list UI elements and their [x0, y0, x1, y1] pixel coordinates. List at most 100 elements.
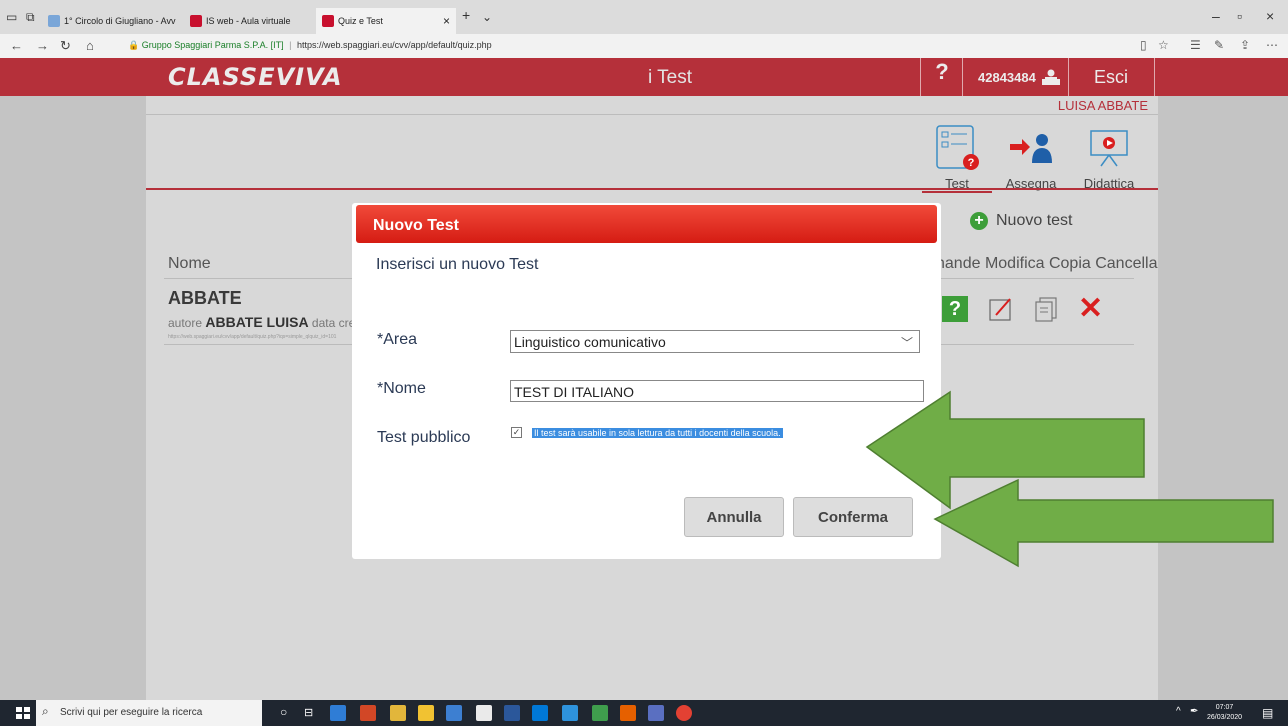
favicon-icon — [190, 15, 202, 27]
area-select[interactable]: Linguistico comunicativo ﹀ — [510, 330, 920, 353]
taskbar-app-icon[interactable] — [330, 705, 346, 721]
new-tab-icon[interactable]: + — [462, 7, 470, 23]
dialog-title: Nuovo Test — [356, 205, 937, 243]
favorites-hub-icon[interactable]: ☰ — [1190, 38, 1201, 52]
area-label: *Area — [377, 331, 418, 348]
page-title: i Test — [647, 67, 692, 88]
cortana-icon[interactable]: ○ — [280, 705, 287, 719]
copy-icon[interactable] — [1034, 296, 1058, 322]
name-label: *Nome — [377, 380, 426, 397]
back-icon[interactable]: ← — [10, 38, 23, 53]
tool-assegna[interactable]: Assegna — [996, 120, 1066, 191]
help-button[interactable]: ? — [924, 59, 960, 85]
new-test-label: Nuovo test — [996, 212, 1073, 229]
store-icon[interactable] — [446, 705, 462, 721]
tab-aside-icon[interactable]: ▭ — [6, 10, 17, 24]
edit-icon[interactable] — [988, 296, 1014, 322]
browser-tab[interactable]: 1° Circolo di Giugliano - Avv — [42, 8, 182, 34]
search-icon: ⌕ — [42, 704, 49, 718]
os-taskbar: ⌕ Scrivi qui per eseguire la ricerca ○ ⊟… — [0, 700, 1288, 726]
chrome-icon[interactable] — [676, 705, 692, 721]
header-divider — [1154, 58, 1155, 96]
taskbar-app-icon[interactable] — [648, 705, 664, 721]
windows-start-icon[interactable] — [16, 707, 30, 719]
share-icon[interactable]: ⇪ — [1240, 38, 1250, 52]
column-header-name: Nome — [168, 255, 211, 272]
close-tab-icon[interactable]: × — [443, 14, 456, 28]
author-label: autore — [168, 316, 203, 330]
tab-list-icon[interactable]: ⌄ — [482, 10, 492, 24]
taskbar-app-icon[interactable] — [476, 705, 492, 721]
user-code[interactable]: 42843484 — [978, 69, 1060, 85]
task-view-icon[interactable]: ⊟ — [304, 706, 313, 719]
favicon-icon — [48, 15, 60, 27]
home-icon[interactable]: ⌂ — [86, 38, 94, 53]
tool-didattica[interactable]: Didattica — [1074, 120, 1144, 191]
browser-tab-bar: ▭ ⧉ 1° Circolo di Giugliano - Avv IS web… — [0, 0, 1288, 34]
powerpoint-icon[interactable] — [360, 705, 376, 721]
test-row-meta: autore ABBATE LUISA data creazio — [168, 314, 377, 330]
lock-icon: 🔒 — [128, 40, 140, 50]
name-input[interactable]: TEST DI ITALIANO — [510, 380, 924, 402]
taskbar-app-icon[interactable] — [592, 705, 608, 721]
tab-preview-icon[interactable]: ⧉ — [26, 10, 35, 25]
browser-tab-active[interactable]: Quiz e Test × — [316, 8, 456, 34]
clock-date: 26/03/2020 — [1207, 714, 1243, 721]
taskbar-app-icon[interactable] — [390, 705, 406, 721]
notification-icon[interactable]: ▤ — [1262, 706, 1273, 720]
classeviva-logo: CLASSEVIVA — [168, 63, 343, 91]
cancel-button[interactable]: Annulla — [684, 497, 784, 537]
assign-icon — [996, 120, 1066, 176]
header-divider — [962, 58, 963, 96]
tab-label: Quiz e Test — [338, 16, 383, 26]
tab-label: IS web - Aula virtuale — [206, 16, 291, 26]
area-value: Linguistico comunicativo — [514, 334, 666, 350]
svg-text:?: ? — [968, 157, 975, 169]
close-window-icon[interactable]: × — [1266, 8, 1274, 24]
search-placeholder: Scrivi qui per eseguire la ricerca — [60, 707, 203, 718]
new-test-button[interactable]: + Nuovo test — [970, 212, 1072, 230]
reading-view-icon[interactable]: ▯ — [1140, 38, 1147, 52]
quiz-icon: ? — [922, 120, 992, 176]
test-row-url: https://web.spaggiari.eu/cvv/app/default… — [168, 334, 337, 340]
app-header: CLASSEVIVA i Test ? 42843484 Esci — [0, 58, 1288, 96]
refresh-icon[interactable]: ↻ — [60, 38, 71, 54]
pen-icon[interactable]: ✒ — [1190, 706, 1198, 717]
users-icon — [1041, 69, 1060, 85]
new-test-dialog: Nuovo Test Inserisci un nuovo Test *Area… — [352, 203, 941, 559]
exit-button[interactable]: Esci — [1070, 67, 1152, 88]
favicon-icon — [322, 15, 334, 27]
tab-label: 1° Circolo di Giugliano - Avv — [64, 16, 176, 26]
favorite-star-icon[interactable]: ☆ — [1158, 38, 1169, 52]
forward-icon[interactable]: → — [36, 38, 49, 53]
tray-expand-icon[interactable]: ^ — [1176, 706, 1181, 717]
public-checkbox[interactable]: ✓ — [511, 427, 522, 438]
notes-icon[interactable]: ✎ — [1214, 38, 1224, 52]
teaching-board-icon — [1074, 120, 1144, 176]
test-row-title[interactable]: ABBATE — [168, 288, 242, 309]
tool-test[interactable]: ? Test — [922, 120, 992, 193]
column-header-actions: nande Modifica Copia Cancella — [936, 255, 1158, 272]
url-field[interactable]: 🔒 Gruppo Spaggiari Parma S.P.A. [IT] | h… — [128, 40, 492, 51]
clock-time: 07:07 — [1215, 704, 1234, 711]
questions-icon[interactable]: ? — [942, 296, 968, 322]
word-icon[interactable] — [504, 705, 520, 721]
delete-icon[interactable]: ✕ — [1078, 294, 1103, 324]
user-name: LUISA ABBATE — [1057, 98, 1148, 113]
skype-icon[interactable] — [532, 705, 548, 721]
author-name: ABBATE LUISA — [205, 314, 309, 330]
row-actions: ? ✕ — [942, 294, 1103, 324]
more-icon[interactable]: ⋯ — [1266, 38, 1278, 52]
plus-icon: + — [970, 212, 988, 230]
maximize-icon[interactable]: ▫ — [1237, 8, 1242, 24]
tool-label: Test — [922, 176, 992, 193]
section-divider — [146, 188, 1158, 190]
file-explorer-icon[interactable] — [418, 705, 434, 721]
taskbar-search[interactable]: ⌕ Scrivi qui per eseguire la ricerca — [36, 700, 262, 726]
firefox-icon[interactable] — [620, 705, 636, 721]
edge-icon[interactable] — [562, 705, 578, 721]
minimize-icon[interactable]: – — [1212, 8, 1220, 24]
taskbar-clock[interactable]: 07:07 26/03/2020 — [1207, 703, 1242, 723]
header-divider — [920, 58, 921, 96]
browser-tab[interactable]: IS web - Aula virtuale — [184, 8, 314, 34]
